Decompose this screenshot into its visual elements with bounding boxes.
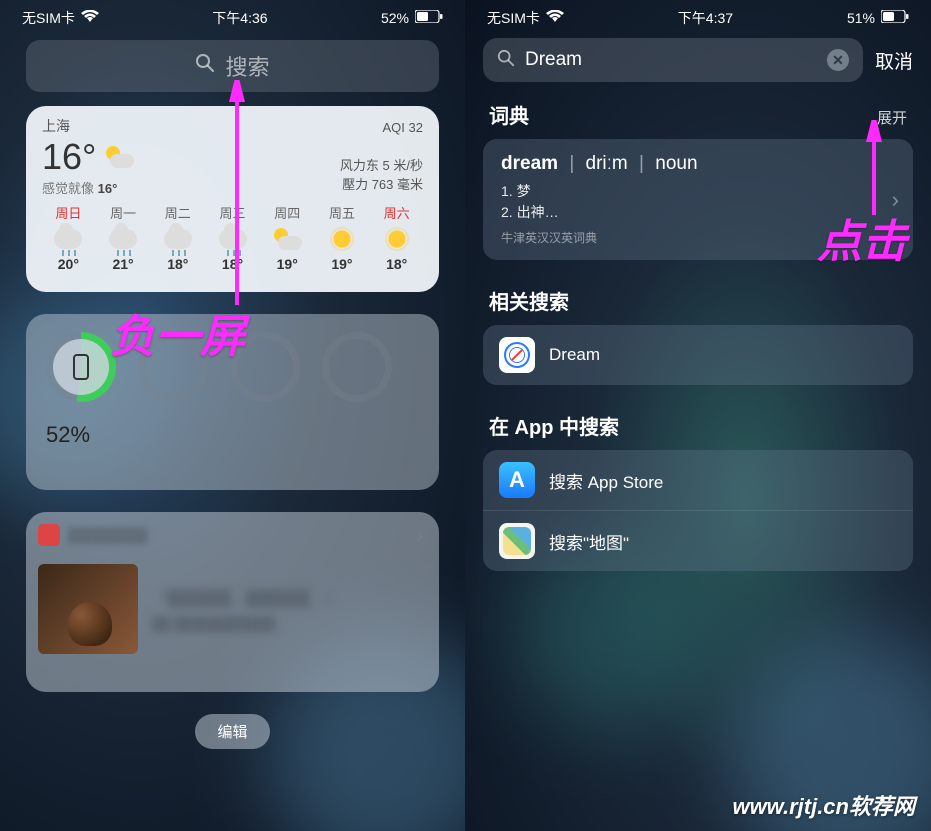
search-placeholder: 搜索: [225, 50, 269, 82]
status-bar: 无SIM卡 下午4:36 52%: [0, 0, 465, 30]
weather-city: 上海: [42, 116, 142, 136]
appstore-icon: A: [499, 462, 535, 498]
empty-ring: [322, 332, 392, 402]
forecast-day: 周六 18°: [370, 203, 423, 272]
forecast-dow: 周四: [261, 203, 314, 222]
search-icon: [195, 53, 215, 79]
search-in-app-item[interactable]: 搜索"地图": [483, 510, 913, 571]
search-in-app-item[interactable]: A 搜索 App Store: [483, 450, 913, 510]
forecast-dow: 周日: [42, 203, 95, 222]
forecast-day: 周一 21°: [97, 203, 150, 272]
track-info-blurred: 「██████」██████…」 ██ ███████████: [152, 587, 427, 631]
search-query: Dream: [525, 49, 582, 71]
partly-cloudy-icon: [272, 228, 302, 250]
rain-icon: [54, 229, 82, 249]
status-bar: 无SIM卡 下午4:37 51%: [465, 0, 931, 30]
dict-pron: driːm: [586, 153, 628, 174]
search-icon: [497, 47, 515, 73]
sun-icon: [387, 229, 407, 249]
album-art: [38, 564, 138, 654]
edit-button[interactable]: 编辑: [195, 714, 269, 749]
forecast-temp: 20°: [42, 256, 95, 272]
battery-widget-pct: 52%: [46, 422, 419, 448]
safari-icon: [499, 337, 535, 373]
annotation-label: 负一屏: [110, 300, 245, 365]
forecast-dow: 周二: [151, 203, 204, 222]
battery-icon: [415, 10, 443, 26]
dict-word: dream: [501, 153, 558, 174]
weather-pressure: 壓力 763 毫米: [340, 174, 423, 193]
forecast-day: 周日 20°: [42, 203, 95, 272]
weather-temp: 16°: [42, 136, 96, 178]
watermark: www.rjtj.cn软荐网: [732, 789, 915, 821]
annotation-label: 点击: [817, 205, 907, 270]
today-view-screen: 无SIM卡 下午4:36 52% 搜索: [0, 0, 465, 831]
widget-title-blurred: ████████: [68, 527, 147, 543]
carrier-label: 无SIM卡: [487, 8, 540, 28]
related-list: Dream: [483, 325, 913, 385]
wifi-icon: [81, 10, 99, 26]
feels-like-val: 16°: [98, 181, 118, 196]
forecast-dow: 周六: [370, 203, 423, 222]
battery-pct: 52%: [381, 10, 409, 26]
forecast-temp: 18°: [151, 256, 204, 272]
forecast-temp: 18°: [370, 256, 423, 272]
related-section-header: 相关搜索: [465, 278, 931, 325]
rain-icon: [109, 229, 137, 249]
maps-icon: [499, 523, 535, 559]
dict-def-1: 1. 梦: [501, 181, 895, 202]
dict-pos: noun: [655, 153, 697, 174]
forecast-day: 周二 18°: [151, 203, 204, 272]
inapp-section-title: 在 App 中搜索: [489, 411, 619, 440]
status-time: 下午4:36: [212, 8, 267, 28]
forecast-temp: 19°: [261, 256, 314, 272]
device-battery-ring: [46, 332, 116, 402]
rain-icon: [164, 229, 192, 249]
forecast-day: 周四 19°: [261, 203, 314, 272]
forecast-temp: 19°: [316, 256, 369, 272]
forecast-dow: 周五: [316, 203, 369, 222]
related-item[interactable]: Dream: [483, 325, 913, 385]
list-item-label: 搜索 App Store: [549, 468, 663, 493]
dict-section-title: 词典: [489, 100, 529, 129]
spotlight-search[interactable]: Dream ✕: [483, 38, 863, 82]
status-time: 下午4:37: [678, 8, 733, 28]
feels-like-label: 感觉就像: [42, 181, 94, 196]
music-widget[interactable]: ████████ › 「██████」██████…」 ██ █████████…: [26, 512, 439, 692]
related-section-title: 相关搜索: [489, 286, 569, 315]
weather-wind: 风力东 5 米/秒: [340, 155, 423, 174]
search-in-apps-list: A 搜索 App Store 搜索"地图": [483, 450, 913, 571]
forecast-dow: 周一: [97, 203, 150, 222]
cancel-button[interactable]: 取消: [875, 47, 913, 74]
annotation-arrow: [222, 80, 252, 310]
battery-icon: [881, 10, 909, 26]
list-item-label: Dream: [549, 345, 600, 365]
weather-condition-icon: [104, 146, 134, 168]
inapp-section-header: 在 App 中搜索: [465, 403, 931, 450]
clear-button[interactable]: ✕: [827, 49, 849, 71]
sun-icon: [332, 229, 352, 249]
forecast-day: 周五 19°: [316, 203, 369, 272]
phone-icon: [73, 354, 89, 380]
music-app-icon: [38, 524, 60, 546]
wifi-icon: [546, 10, 564, 26]
chevron-right-icon: ›: [417, 526, 423, 547]
carrier-label: 无SIM卡: [22, 8, 75, 28]
forecast-temp: 21°: [97, 256, 150, 272]
battery-pct: 51%: [847, 10, 875, 26]
aqi-val: 32: [409, 120, 423, 135]
spotlight-results-screen: 无SIM卡 下午4:37 51% Dream ✕ 取消: [465, 0, 931, 831]
aqi-label: AQI: [383, 120, 405, 135]
list-item-label: 搜索"地图": [549, 529, 629, 554]
